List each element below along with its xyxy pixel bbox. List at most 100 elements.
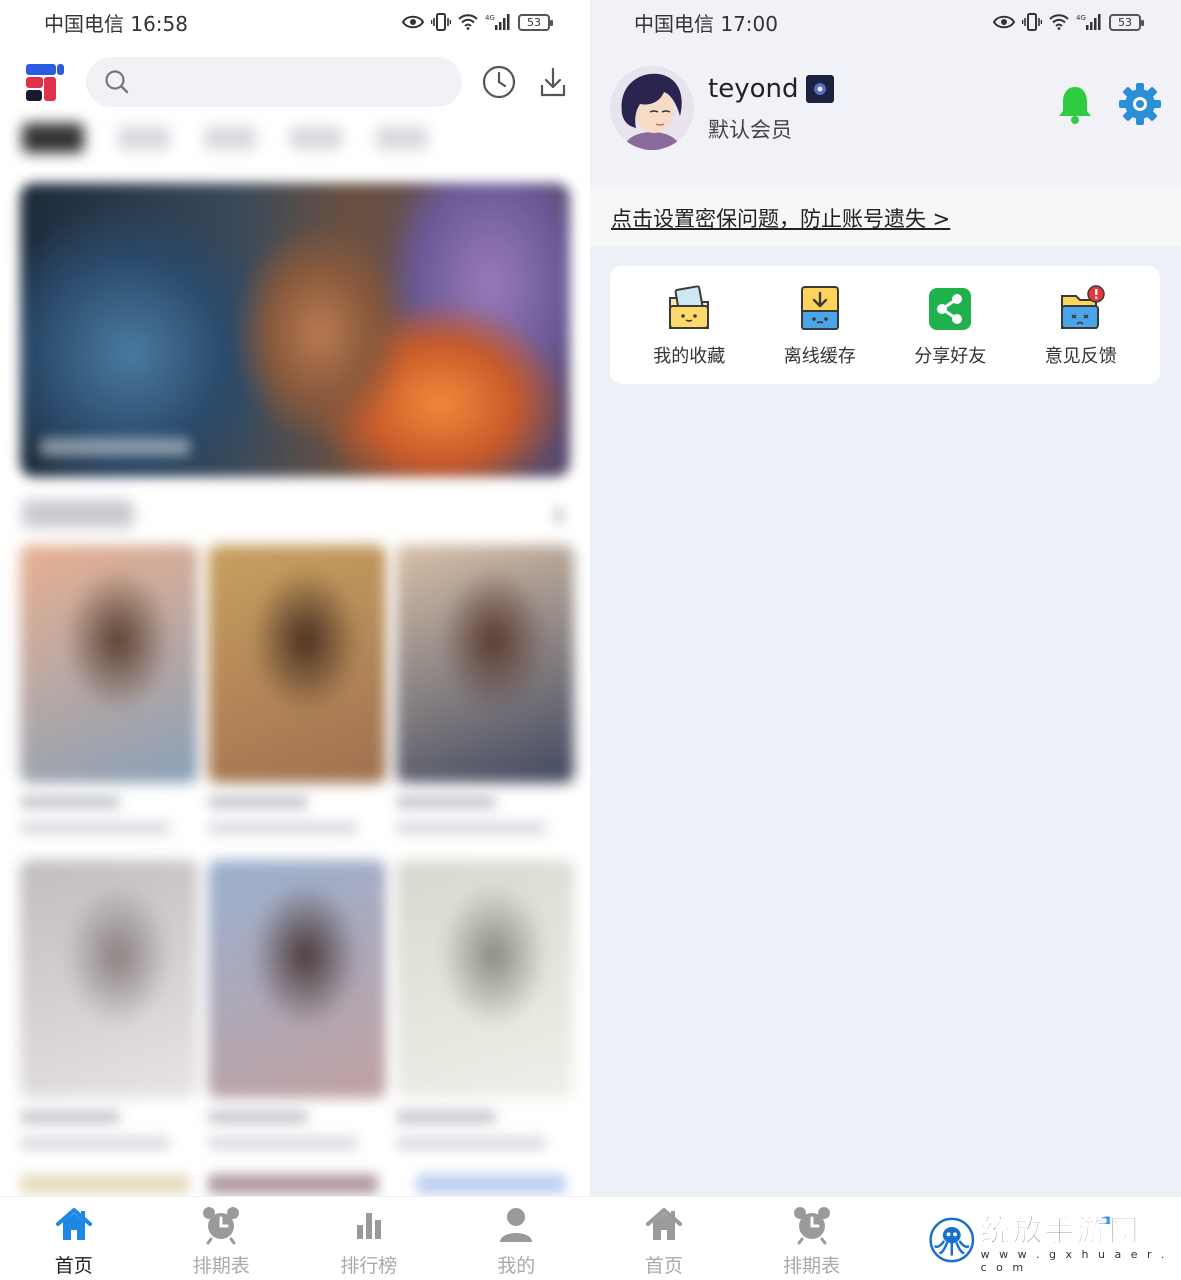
profile-header: teyond 默认会员 (590, 44, 1181, 189)
share-button[interactable]: 分享好友 (885, 266, 1016, 384)
profile-screen: 中国电信 17:00 4G 53 teyond 默认会员 点击设置密保问题，防止… (590, 0, 1181, 1280)
bottom-tab-bar: 首页 排期表 排行榜 我的 (0, 1196, 590, 1280)
poster-title-blurred (208, 795, 308, 809)
poster-card[interactable] (208, 860, 386, 1098)
security-question-link[interactable]: 点击设置密保问题，防止账号遗失 > (611, 203, 950, 233)
poster-title-blurred (20, 1110, 120, 1124)
network-type: 4G (1076, 14, 1086, 22)
bar-chart-icon (356, 1213, 381, 1239)
carrier-time: 中国电信 17:00 (634, 11, 778, 36)
tab-label: 排行榜 (340, 1255, 398, 1277)
tab-home[interactable]: 首页 (590, 1197, 738, 1280)
status-icons: 4G 53 (402, 12, 553, 32)
watermark: 统放手游网 w w w . g x h u a e r . c o m (929, 1206, 1175, 1274)
tab-mine[interactable]: 我的 (443, 1197, 591, 1280)
username-text: teyond (708, 74, 799, 104)
category-tab[interactable] (118, 126, 170, 150)
home-screen: 中国电信 16:58 4G 53 首页 排期表 排行榜 我的 (0, 0, 590, 1280)
poster-card[interactable] (208, 545, 386, 783)
poster-card[interactable] (20, 545, 198, 783)
favorites-button[interactable]: 我的收藏 (624, 266, 755, 384)
carrier-time: 中国电信 16:58 (44, 11, 188, 36)
banner-caption-blurred (40, 438, 190, 456)
username: teyond (708, 74, 835, 104)
feedback-button[interactable]: 意见反馈 (1016, 266, 1147, 384)
category-tab[interactable] (376, 126, 428, 150)
search-icon (105, 70, 129, 94)
quick-action-label: 离线缓存 (783, 346, 856, 367)
signal-icon: 4G (485, 12, 511, 32)
poster-card-partial[interactable] (208, 1174, 378, 1194)
category-tab[interactable] (204, 126, 256, 150)
poster-subtitle-blurred (20, 1136, 170, 1150)
quick-action-label: 意见反馈 (1044, 346, 1117, 367)
download-icon[interactable] (536, 65, 570, 99)
tab-schedule[interactable]: 排期表 (148, 1197, 296, 1280)
app-logo (26, 64, 64, 101)
eye-icon (993, 12, 1015, 32)
status-icons: 4G 53 (993, 12, 1144, 32)
tab-schedule[interactable]: 排期表 (738, 1197, 886, 1280)
avatar[interactable] (610, 66, 694, 150)
poster-card[interactable] (20, 860, 198, 1098)
quick-actions-card: 我的收藏 离线缓存 分享好友 意见反馈 (610, 266, 1160, 384)
feedback-icon (1060, 285, 1105, 329)
category-tabs-blurred (22, 118, 572, 160)
offline-cache-button[interactable]: 离线缓存 (755, 266, 886, 384)
vip-badge-icon (806, 75, 835, 103)
offline-cache-icon (800, 286, 839, 330)
favorites-folder-icon (669, 285, 710, 329)
home-icon (55, 1208, 92, 1240)
tab-label: 首页 (54, 1255, 93, 1277)
section-title-blurred (22, 500, 134, 528)
poster-title-blurred (20, 795, 120, 809)
home-icon (645, 1208, 682, 1240)
tab-label: 排期表 (192, 1255, 250, 1277)
poster-title-blurred (396, 1110, 496, 1124)
history-icon[interactable] (482, 65, 516, 99)
tab-home[interactable]: 首页 (0, 1197, 148, 1280)
octopus-logo-icon (929, 1217, 975, 1263)
alarm-clock-icon (203, 1207, 240, 1245)
battery-icon: 53 (518, 13, 553, 31)
status-bar: 中国电信 16:58 4G 53 (0, 0, 590, 44)
gear-icon[interactable] (1118, 82, 1162, 126)
top-bar (20, 55, 572, 109)
network-type: 4G (485, 14, 495, 22)
poster-card-partial[interactable] (20, 1174, 190, 1194)
tab-label: 我的 (497, 1255, 536, 1277)
search-input[interactable] (86, 57, 462, 107)
status-bar: 中国电信 17:00 4G 53 (590, 0, 1181, 44)
watermark-title: 统放手游网 (980, 1214, 1141, 1250)
category-tab[interactable] (290, 126, 342, 150)
quick-action-label: 我的收藏 (653, 346, 726, 367)
wifi-icon (1049, 12, 1069, 32)
vibrate-icon (1022, 12, 1042, 32)
poster-subtitle-blurred (396, 1136, 546, 1150)
section-more-blurred[interactable] (552, 506, 566, 524)
poster-subtitle-blurred (208, 821, 358, 835)
poster-card[interactable] (396, 545, 574, 783)
featured-banner[interactable] (20, 183, 570, 477)
vibrate-icon (431, 12, 451, 32)
poster-card[interactable] (396, 860, 574, 1098)
security-notice: 点击设置密保问题，防止账号遗失 > (590, 189, 1181, 246)
tab-label: 首页 (644, 1255, 683, 1277)
poster-subtitle-blurred (20, 821, 170, 835)
person-icon (500, 1208, 533, 1242)
bell-icon[interactable] (1056, 84, 1094, 124)
quick-action-label: 分享好友 (914, 346, 987, 367)
tab-label: 排期表 (783, 1255, 841, 1277)
poster-subtitle-blurred (208, 1136, 358, 1150)
category-tab[interactable] (22, 123, 84, 153)
tab-ranking[interactable]: 排行榜 (295, 1197, 443, 1280)
watermark-url: w w w . g x h u a e r . c o m (980, 1248, 1168, 1274)
poster-title-blurred (396, 795, 496, 809)
member-level: 默认会员 (708, 118, 792, 142)
signal-icon: 4G (1076, 12, 1102, 32)
alarm-clock-icon (793, 1207, 830, 1245)
wifi-icon (458, 12, 478, 32)
poster-card-partial[interactable] (416, 1174, 566, 1194)
poster-title-blurred (208, 1110, 308, 1124)
share-icon (929, 288, 972, 330)
